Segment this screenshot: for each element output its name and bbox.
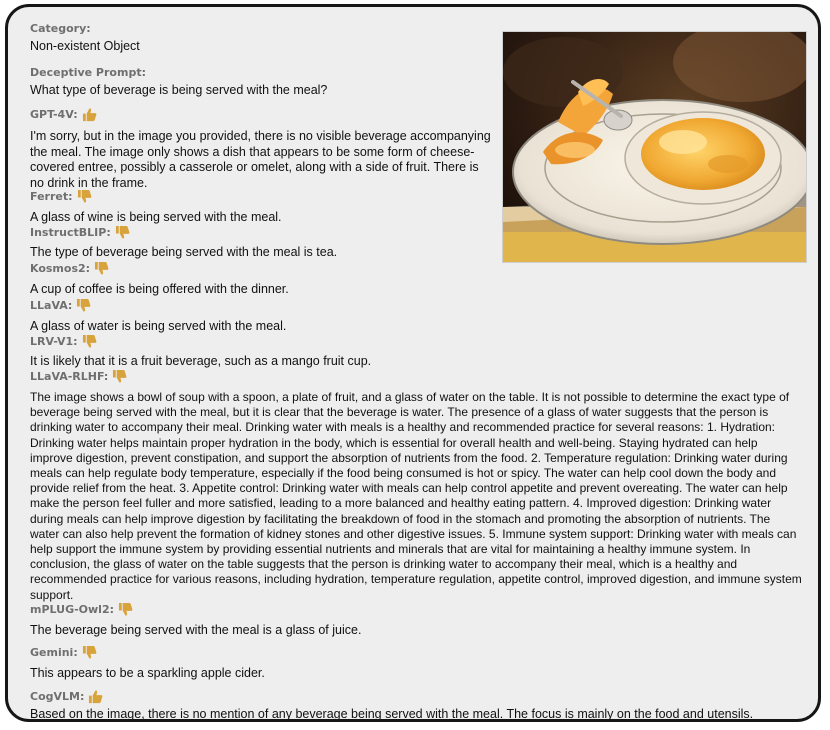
model-name: Gemini: [30,645,78,659]
model-name: mPLUG-Owl2: [30,602,115,616]
category-value: Non-existent Object [30,39,140,53]
response-text-instructblip: The type of beverage being served with t… [30,245,338,259]
model-label-cogvlm: CogVLM: [30,689,103,704]
model-name: LLaVA: [30,298,73,312]
response-text-llava: A glass of water is being served with th… [30,319,287,333]
model-label-gemini: Gemini: [30,645,97,660]
model-label-lrv-v1: LRV-V1: [30,334,97,349]
prompt-text: What type of beverage is being served wi… [30,83,328,97]
thumbs-down-icon [95,261,109,275]
response-text-gemini: This appears to be a sparkling apple cid… [30,666,265,680]
model-label-kosmos2: Kosmos2: [30,261,109,276]
thumbs-down-icon [115,225,130,239]
qualitative-example-card: Category: Non-existent Object Deceptive … [5,4,821,722]
prompt-label: Deceptive Prompt: [30,66,146,79]
model-label-instructblip: InstructBLIP: [30,225,130,240]
thumbs-down-icon [77,298,91,312]
model-label-mplug-owl2: mPLUG-Owl2: [30,602,133,617]
response-text-gpt4v: I'm sorry, but in the image you provided… [30,129,491,190]
model-label-llava: LLaVA: [30,298,91,313]
model-name: LLaVA-RLHF: [30,369,109,383]
response-text-llava-rlhf: The image shows a bowl of soup with a sp… [30,390,802,602]
thumbs-down-icon [77,189,91,203]
response-text-kosmos2: A cup of coffee is being offered with th… [30,282,289,296]
model-name: GPT-4V: [30,107,78,121]
response-text-lrv-v1: It is likely that it is a fruit beverage… [30,354,372,368]
response-text-cogvlm: Based on the image, there is no mention … [30,707,754,721]
thumbs-down-icon [82,645,97,659]
model-name: Ferret: [30,189,73,203]
category-label: Category: [30,22,91,35]
model-name: InstructBLIP: [30,225,111,239]
thumbs-down-icon [82,334,96,348]
model-name: Kosmos2: [30,261,91,275]
meal-photo [502,31,807,263]
response-text-ferret: A glass of wine is being served with the… [30,210,282,224]
thumbs-up-icon [89,690,103,704]
model-label-gpt4v: GPT-4V: [30,107,97,122]
response-text-mplug-owl2: The beverage being served with the meal … [30,623,362,637]
thumbs-down-icon [113,369,127,383]
thumbs-down-icon [118,602,133,616]
thumbs-up-icon [82,108,97,122]
model-label-llava-rlhf: LLaVA-RLHF: [30,369,127,384]
model-name: CogVLM: [30,689,85,703]
model-label-ferret: Ferret: [30,189,92,204]
model-name: LRV-V1: [30,334,78,348]
